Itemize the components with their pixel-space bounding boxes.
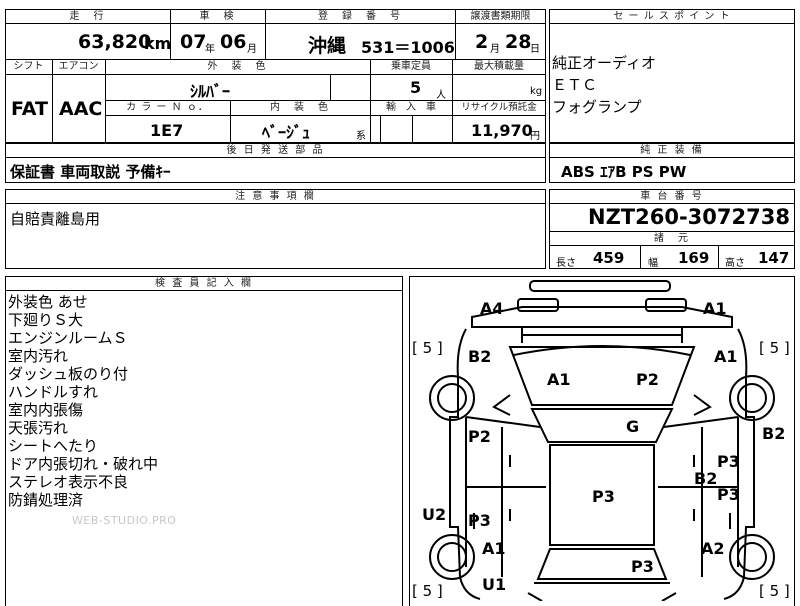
recycle-deposit-header: リサイクル預託金 — [461, 102, 537, 113]
exterior-color-value: ｼﾙﾊﾞｰ — [190, 82, 231, 101]
inspection-year: 07 — [180, 31, 207, 53]
aircon-header: エアコン — [58, 61, 99, 72]
bracket-left-bottom: [ 5 ] — [412, 582, 443, 600]
mileage-header: 走 行 — [69, 11, 106, 22]
inspection-year-unit: 年 — [205, 44, 215, 55]
label-a1-right-front: A1 — [714, 347, 738, 366]
inspection-month: 06 — [220, 31, 247, 53]
label-p3-trunk: P3 — [631, 557, 654, 576]
inspector-note-5: ダッシュ板のり付 — [8, 365, 129, 383]
inspection-header: 車 検 — [199, 11, 236, 22]
label-g-windshield: G — [626, 417, 640, 436]
length-value: 459 — [593, 249, 625, 267]
inspector-note-12: 防錆処理済 — [8, 491, 84, 509]
selling-point-1: 純正オーディオ — [552, 54, 656, 72]
transfer-day: 28 — [505, 31, 532, 53]
exterior-color-header: 外 装 色 — [207, 61, 268, 72]
selling-points-header: セ ー ル ス ポ イ ン ト — [613, 11, 731, 22]
label-p2-hood-right: P2 — [636, 370, 659, 389]
registration-header: 登 録 番 号 — [318, 11, 402, 22]
inspector-notes-header: 検 査 員 記 入 欄 — [155, 278, 253, 289]
inspector-note-7: 室内内張傷 — [8, 401, 84, 419]
capacity-value: 5 — [410, 78, 422, 97]
label-p3-roof: P3 — [592, 487, 615, 506]
aircon-value: AAC — [59, 98, 103, 120]
recycle-deposit-value: 11,970 — [471, 121, 533, 140]
label-u2-left: U2 — [422, 505, 447, 524]
watermark: WEB-STUDIO.PRO — [72, 514, 177, 527]
width-value: 169 — [678, 249, 710, 267]
notes-header: 注 意 事 項 欄 — [235, 191, 316, 202]
shift-header: シフト — [13, 61, 44, 72]
bracket-left-top: [ 5 ] — [412, 339, 443, 357]
inspector-note-6: ハンドルすれ — [8, 383, 99, 401]
inspector-note-11: ステレオ表示不良 — [8, 473, 129, 491]
label-a1-top-right: A1 — [703, 299, 727, 318]
height-value: 147 — [758, 249, 790, 267]
color-no-value: 1E7 — [150, 121, 184, 140]
interior-color-value: ﾍﾞｰｼﾞｭ — [262, 123, 311, 142]
later-parts-value: 保証書 車両取説 予備ｷｰ — [10, 163, 171, 181]
height-label: 高さ — [725, 258, 745, 269]
label-a2-right-rear: A2 — [701, 539, 725, 558]
label-u1-bottom: U1 — [482, 575, 507, 594]
label-p3-right-door2: P3 — [717, 485, 740, 504]
mileage-unit: km — [144, 34, 172, 53]
chassis-header: 車 台 番 号 — [640, 191, 704, 202]
inspector-note-10: ドア内張切れ・破れ中 — [8, 455, 159, 473]
label-b2-right-mid: B2 — [694, 469, 718, 488]
recycle-deposit-unit: 円 — [530, 131, 540, 142]
inspector-note-9: シートへたり — [8, 437, 99, 455]
width-label: 幅 — [648, 258, 658, 269]
later-parts-header: 後 日 発 送 部 品 — [226, 145, 325, 156]
transfer-deadline-header: 譲渡書類期限 — [470, 11, 531, 22]
chassis-number: NZT260-3072738 — [588, 205, 790, 229]
standard-equipment-value: ABS ｴｱB PS PW — [561, 163, 687, 181]
capacity-unit: 人 — [436, 90, 446, 101]
registration-number: 531＝1006 — [361, 38, 455, 57]
notes-value: 自賠責離島用 — [10, 210, 101, 228]
transfer-day-unit: 日 — [530, 44, 540, 55]
label-p3-left-rear: P3 — [468, 511, 491, 530]
inspector-note-3: エンジンルームＳ — [8, 329, 128, 347]
interior-color-header: 内 装 色 — [270, 102, 330, 113]
label-a1-hood-left: A1 — [547, 370, 571, 389]
mileage-value: 63,820 — [78, 31, 152, 53]
inspector-note-1: 外装色 あせ — [8, 293, 88, 311]
selling-point-3: フォグランプ — [552, 98, 642, 116]
inspector-note-2: 下廻りＳ大 — [8, 311, 84, 329]
interior-color-suffix: 系 — [356, 131, 366, 142]
label-p3-right-door: P3 — [717, 452, 740, 471]
selling-point-2: ＥＴＣ — [552, 76, 598, 94]
length-label: 長さ — [556, 258, 576, 269]
bracket-right-top: [ 5 ] — [759, 339, 790, 357]
transfer-month: 2 — [475, 31, 489, 53]
inspector-note-8: 天張汚れ — [8, 419, 69, 437]
capacity-header: 乗車定員 — [391, 61, 431, 72]
label-a4-top-left: A4 — [480, 299, 504, 318]
registration-region: 沖縄 — [308, 35, 347, 57]
car-diagram-box: A4 A1 [ 5 ] [ 5 ] B2 A1 A1 P2 G P2 B2 P3… — [409, 276, 795, 606]
color-no-header: カ ラ ー Ｎ ｏ． — [126, 102, 209, 113]
inspection-month-unit: 月 — [247, 44, 257, 55]
import-header: 輸 入 車 — [386, 102, 436, 113]
label-b2-left-front: B2 — [468, 347, 492, 366]
shift-value: FAT — [11, 98, 48, 120]
bracket-right-bottom: [ 5 ] — [759, 582, 790, 600]
label-a1-left-rear: A1 — [482, 539, 506, 558]
dimensions-header: 諸 元 — [654, 233, 690, 244]
label-p2-left-door: P2 — [468, 427, 491, 446]
label-b2-right-side: B2 — [762, 424, 786, 443]
max-load-header: 最大積載量 — [474, 61, 524, 72]
max-load-unit: kg — [530, 86, 543, 97]
transfer-month-unit: 月 — [490, 44, 500, 55]
inspector-note-4: 室内汚れ — [8, 347, 69, 365]
standard-equipment-header: 純 正 装 備 — [640, 145, 704, 156]
